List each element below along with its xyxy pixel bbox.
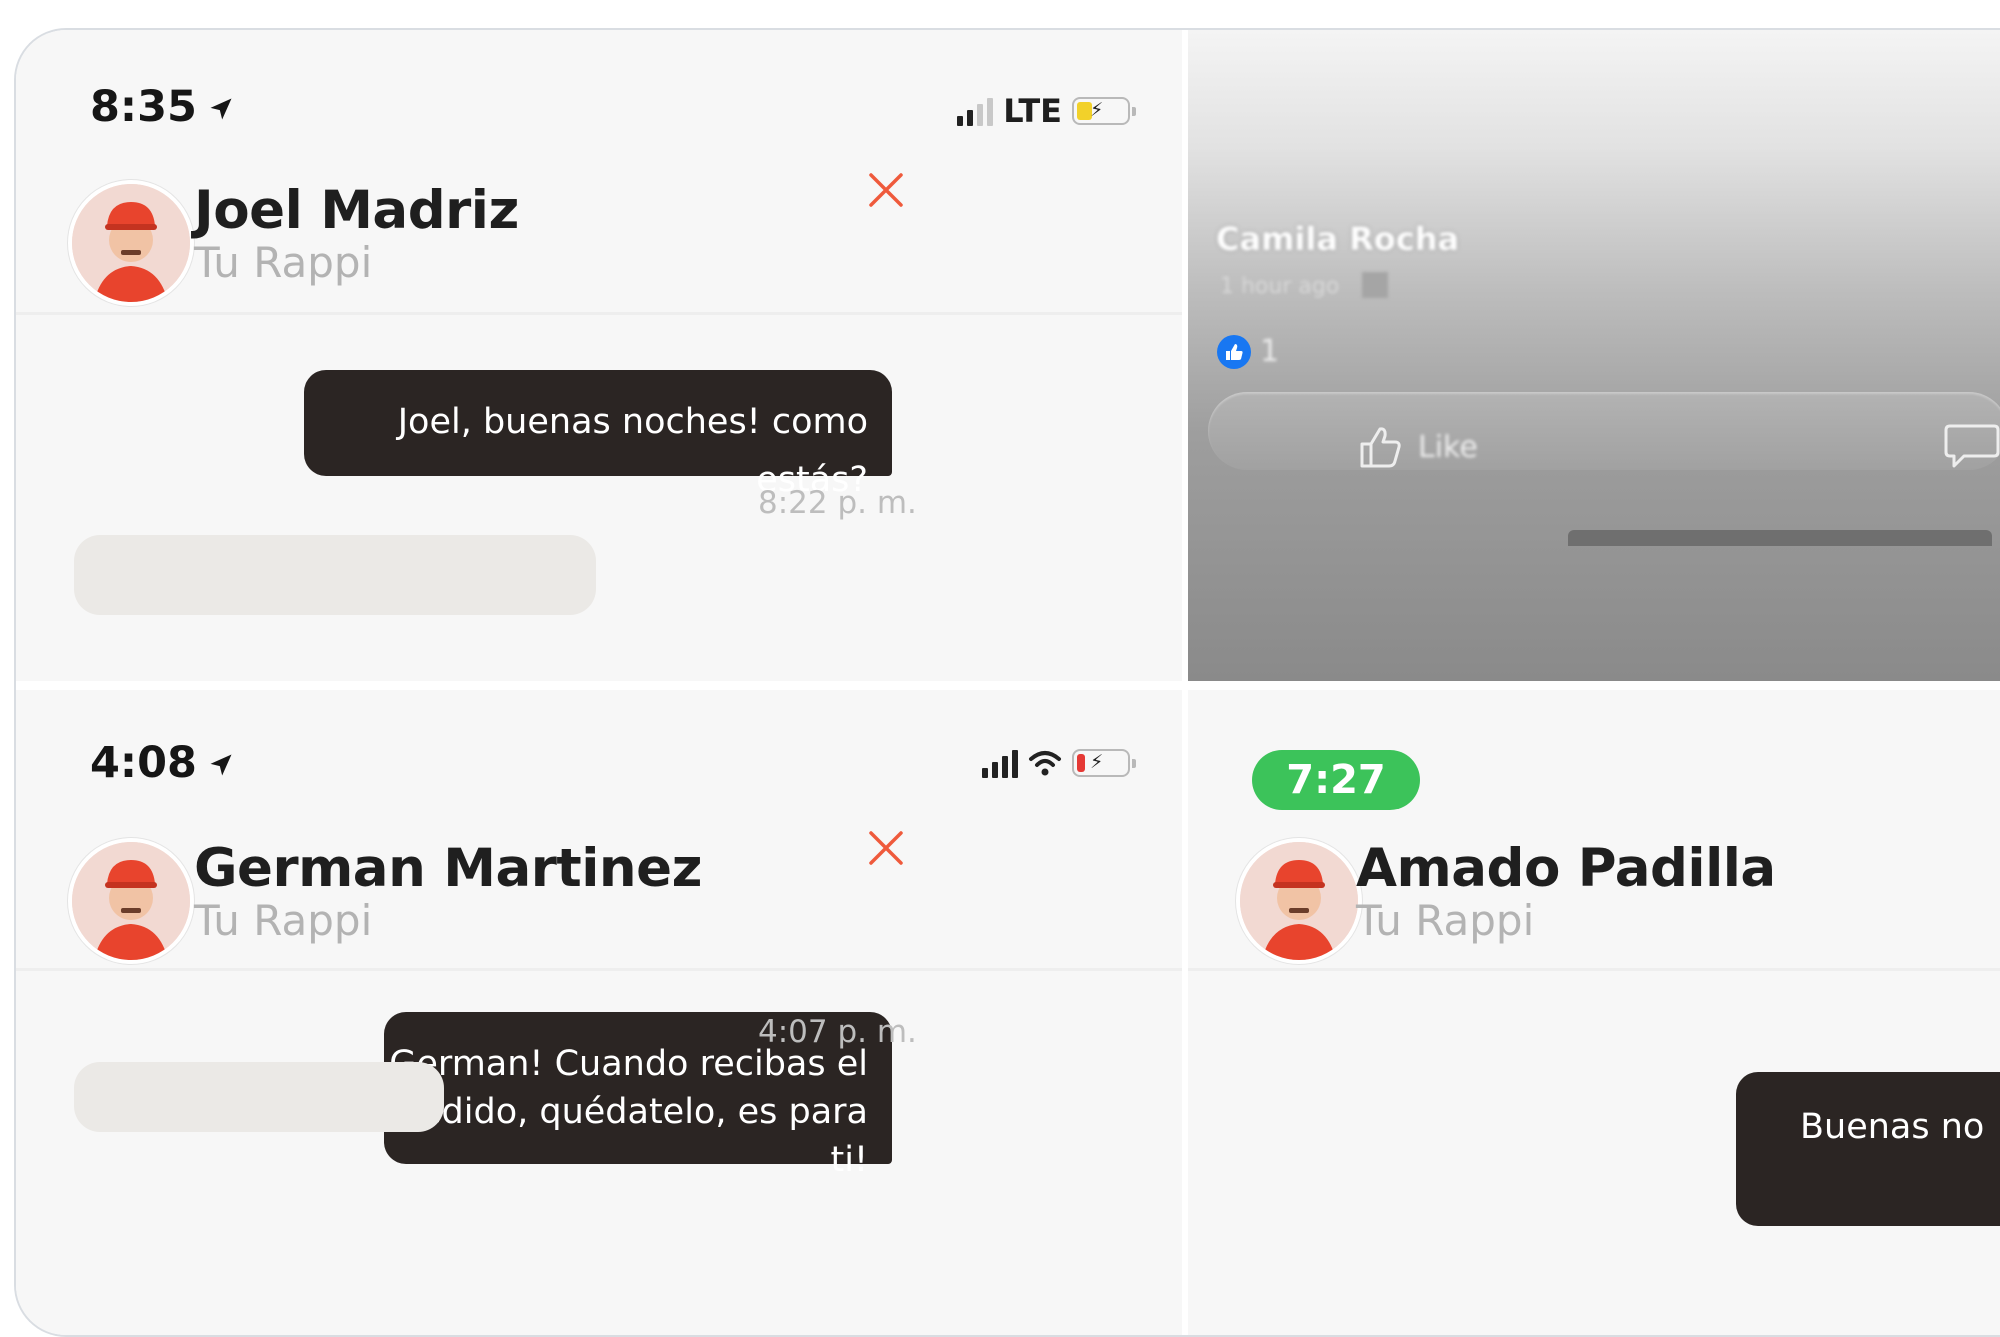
contact-subtitle: Tu Rappi — [194, 896, 373, 945]
close-icon[interactable] — [868, 830, 904, 866]
header-divider — [16, 312, 1182, 315]
post-background — [1188, 30, 2000, 681]
screenshot-collage: 8:35 LTE ⚡ Joel Madriz Tu Rappi Joel, bu… — [14, 28, 2000, 1337]
post-meta-icon — [1362, 272, 1388, 298]
comment-icon[interactable] — [1944, 422, 2000, 472]
post-action-bar — [1208, 392, 2000, 470]
outgoing-message: Joel, buenas noches! como estás? — [304, 370, 892, 500]
reaction-count: 1 — [1260, 334, 1280, 369]
thumbs-up-icon[interactable] — [1356, 422, 1406, 472]
status-time: 8:35 — [90, 82, 235, 132]
contact-name: Amado Padilla — [1356, 838, 1776, 899]
incoming-message — [74, 535, 596, 615]
battery-icon: ⚡ — [1072, 749, 1136, 777]
signal-icon — [957, 96, 994, 126]
chat-panel-german: 4:08 ⚡ German Martinez Tu Rappi German! … — [16, 690, 1182, 1335]
battery-icon: ⚡ — [1072, 97, 1136, 125]
avatar — [68, 838, 194, 964]
signal-icon — [982, 748, 1018, 778]
avatar — [68, 180, 194, 306]
message-timestamp: 4:07 p. m. — [758, 1014, 917, 1050]
contact-name: Joel Madriz — [194, 180, 519, 241]
close-icon[interactable] — [868, 172, 904, 208]
facebook-post-panel: Camila Rocha 1 hour ago 1 Like — [1188, 30, 2000, 681]
incoming-message — [74, 1062, 444, 1132]
location-arrow-icon — [210, 98, 232, 120]
post-author: Camila Rocha — [1216, 220, 1460, 258]
like-button-label[interactable]: Like — [1418, 430, 1478, 465]
header-divider — [16, 968, 1182, 971]
post-bottom-bar — [1568, 530, 1992, 546]
status-indicators: LTE ⚡ — [957, 92, 1136, 130]
status-time: 4:08 — [90, 738, 235, 788]
status-indicators: ⚡ — [982, 748, 1136, 778]
outgoing-message: Buenas no — [1736, 1072, 2000, 1226]
post-meta: 1 hour ago — [1220, 274, 1340, 299]
chat-panel-joel: 8:35 LTE ⚡ Joel Madriz Tu Rappi Joel, bu… — [16, 30, 1182, 681]
avatar — [1236, 838, 1362, 964]
chat-panel-amado: 7:27 Amado Padilla Tu Rappi Buenas no — [1188, 690, 2000, 1335]
status-time-pill: 7:27 — [1252, 750, 1420, 810]
contact-subtitle: Tu Rappi — [194, 238, 373, 287]
contact-name: German Martinez — [194, 838, 702, 899]
message-timestamp: 8:22 p. m. — [758, 485, 917, 521]
location-arrow-icon — [210, 754, 232, 776]
like-reaction-icon — [1217, 335, 1251, 369]
header-divider — [1188, 968, 2000, 971]
network-label: LTE — [1003, 92, 1062, 130]
contact-subtitle: Tu Rappi — [1356, 896, 1535, 945]
wifi-icon — [1029, 751, 1061, 776]
